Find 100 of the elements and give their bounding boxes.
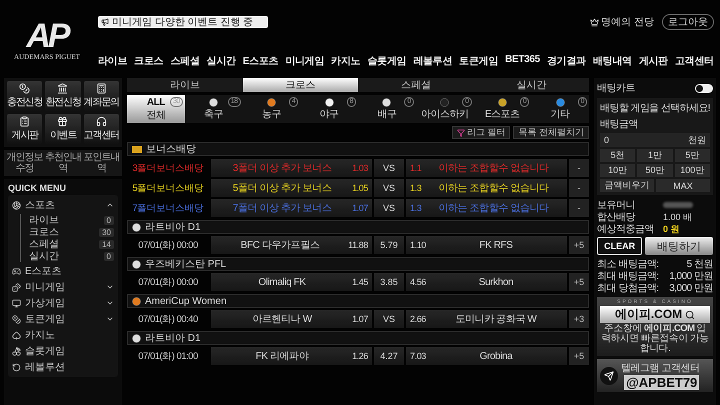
away-odds-button[interactable]: 4.56 Surkhon [406, 273, 567, 291]
info-value: 1.00 배 [663, 210, 694, 224]
nav-item[interactable]: BET365 [505, 54, 540, 68]
league-filter-button[interactable]: 리그 필터 [452, 126, 510, 139]
shortcut-tile[interactable]: 이벤트 [45, 114, 81, 144]
bonus-option[interactable]: 3폴더 이상 추가 보너스 1.03 [211, 159, 372, 177]
bonus-option[interactable]: 5폴더 이상 추가 보너스 1.05 [211, 179, 372, 197]
shortcut-tile[interactable]: 고객센터 [84, 114, 119, 144]
submenu-item[interactable]: 실시간 0 [29, 250, 114, 262]
nav-item[interactable]: E스포츠 [242, 54, 278, 68]
nav-item[interactable]: 고객센터 [675, 54, 714, 68]
limit-value: 5 천원 [686, 258, 713, 271]
tab[interactable]: 크로스 [242, 78, 358, 92]
blurred-value [663, 202, 693, 208]
draw-odds-button[interactable]: 3.85 [374, 273, 404, 291]
calculator-icon [96, 83, 107, 94]
away-odds-button[interactable]: 2.66 도미니카 공화국 W [406, 310, 567, 328]
quick-menu-item[interactable]: 슬롯게임 [12, 344, 114, 358]
more-button[interactable]: - [569, 159, 589, 177]
nav-item[interactable]: 카지노 [331, 54, 360, 68]
amount-chip[interactable]: 1만 [637, 149, 673, 162]
spade-icon [12, 330, 21, 340]
league-header: AmeriCup Women [127, 294, 589, 308]
league-header: 라트비아 D1 [127, 220, 589, 234]
quick-menu-item[interactable]: 미니게임 [12, 280, 114, 294]
account-link[interactable]: 포인트내역 [83, 152, 120, 174]
nav-item[interactable]: 배팅내역 [592, 54, 632, 68]
amount-chip[interactable]: 5만 [674, 149, 710, 162]
nav-item[interactable]: 스페셜 [170, 54, 200, 68]
amount-chip[interactable]: 50만 [637, 164, 673, 177]
league-header: 보너스배당 [127, 142, 589, 156]
league-header: 우즈베키스탄 PFL [127, 257, 589, 271]
shortcut-tile[interactable]: 계좌문의 [84, 81, 119, 111]
monitor-icon [12, 298, 21, 308]
quick-menu-title: QUICK MENU [8, 183, 67, 193]
amount-chip[interactable]: 5천 [600, 149, 636, 162]
more-button[interactable]: - [569, 199, 589, 217]
bonus-name: 5폴더보너스배당 [131, 182, 205, 196]
match-time: 07/01(화) 00:00 [137, 238, 199, 252]
home-odds-button[interactable]: FK 리에파야 1.26 [211, 347, 372, 365]
ball-icon [382, 98, 392, 106]
headset-icon [96, 116, 107, 127]
home-odds-button[interactable]: 아르헨티나 W 1.07 [211, 310, 372, 328]
amount-label: 배팅금액 [600, 118, 639, 131]
amount-chip[interactable]: 100만 [674, 164, 710, 177]
amount-field[interactable]: 0 천원 [600, 133, 710, 147]
draw-odds-button[interactable]: 4.27 [374, 347, 404, 365]
bonus-option[interactable]: 7폴더 이상 추가 보너스 1.07 [211, 199, 372, 217]
submenu-item[interactable]: 라이브 0 [29, 214, 114, 226]
place-bet-button[interactable]: 배팅하기 [645, 237, 713, 255]
bet-prompt: 배팅할 게임을 선택하세요! [600, 102, 710, 115]
draw-odds-button[interactable]: 5.79 [374, 236, 404, 254]
expand-all-button[interactable]: 목록 전체펼치기 [513, 126, 589, 139]
quick-menu-item[interactable]: 가상게임 [12, 296, 114, 310]
submenu-item[interactable]: 크로스 30 [29, 226, 114, 238]
account-link[interactable]: 추천인내역 [44, 152, 82, 174]
bonus-name: 7폴더보너스배당 [131, 202, 205, 216]
more-button[interactable]: +5 [569, 236, 589, 254]
hall-of-fame-link[interactable]: 명예의 전당 [590, 15, 654, 29]
shortcut-tile[interactable]: 환전신청 [45, 81, 81, 111]
nav-item[interactable]: 경기결과 [547, 54, 586, 68]
clipboard-icon [19, 116, 30, 127]
away-odds-button[interactable]: 1.10 FK RFS [406, 236, 567, 254]
match-time: 07/01(화) 00:40 [137, 312, 199, 326]
nav-item[interactable]: 토큰게임 [459, 54, 498, 68]
shortcut-tile[interactable]: 게시판 [7, 114, 42, 144]
telegram-banner[interactable]: 텔레그램 고객센터 @APBET79 [597, 359, 713, 392]
more-button[interactable]: +3 [569, 310, 589, 328]
match-time: 07/01(화) 00:00 [137, 276, 199, 290]
cart-toggle[interactable] [695, 84, 713, 92]
max-button[interactable]: MAX [656, 179, 710, 192]
nav-item[interactable]: 게시판 [638, 54, 668, 68]
clear-button[interactable]: CLEAR [597, 237, 642, 255]
logout-button[interactable]: 로그아웃 [662, 14, 714, 30]
nav-item[interactable]: 미니게임 [285, 54, 324, 68]
submenu-item[interactable]: 스페셜 14 [29, 238, 114, 250]
home-odds-button[interactable]: BFC 다우가프필스 11.88 [211, 236, 372, 254]
bonus-note: 1.1 이하는 조합할수 없습니다 [406, 159, 567, 177]
quick-menu-item[interactable]: 카지노 [12, 328, 114, 342]
amount-chip[interactable]: 10만 [600, 164, 636, 177]
home-odds-button[interactable]: Olimaliq FK 1.45 [211, 273, 372, 291]
draw-odds-button[interactable]: VS [374, 310, 404, 328]
nav-item[interactable]: 레볼루션 [413, 54, 452, 68]
nav-item[interactable]: 라이브 [98, 54, 128, 68]
more-button[interactable]: +5 [569, 273, 589, 291]
account-link[interactable]: 개인정보수정 [6, 152, 43, 174]
nav-item[interactable]: 슬롯게임 [367, 54, 406, 68]
quick-menu-item[interactable]: E스포츠 [12, 264, 114, 278]
quick-menu-item[interactable]: 레볼루션 [12, 360, 114, 374]
more-button[interactable]: - [569, 179, 589, 197]
nav-item[interactable]: 실시간 [206, 54, 236, 68]
quick-menu-item[interactable]: 토큰게임 [12, 312, 114, 326]
banner-text: 주소창에 에이피.COM 입력하시면 빠른접속이 가능합니다. [600, 324, 710, 354]
away-odds-button[interactable]: 7.03 Grobina [406, 347, 567, 365]
clear-amount-button[interactable]: 금액비우기 [600, 179, 654, 192]
more-button[interactable]: +5 [569, 347, 589, 365]
match-time: 07/01(화) 01:00 [137, 350, 199, 364]
nav-item[interactable]: 크로스 [134, 54, 164, 68]
quick-menu-item[interactable]: 스포츠 [12, 198, 114, 212]
shortcut-tile[interactable]: 충전신청 [7, 81, 42, 111]
